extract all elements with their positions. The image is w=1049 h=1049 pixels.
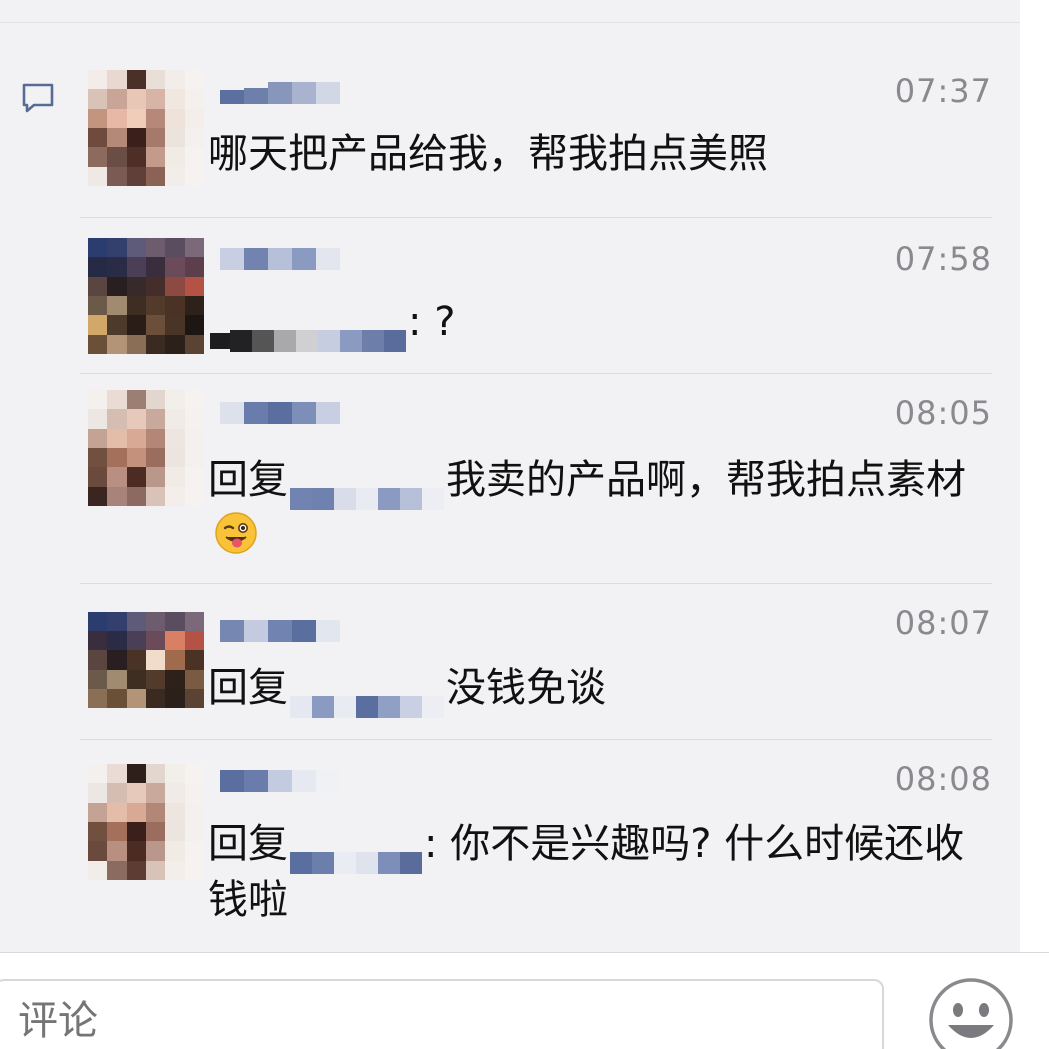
comment-input-bar — [0, 952, 1049, 1049]
avatar[interactable] — [88, 764, 204, 880]
comment-time: 08:08 — [894, 760, 992, 798]
smiley-face-icon[interactable] — [928, 977, 1014, 1049]
comment-text: : ? — [208, 294, 998, 352]
wink-tongue-emoji — [215, 512, 257, 554]
comment-time: 08:05 — [894, 394, 992, 432]
mentioned-name[interactable] — [210, 311, 406, 352]
avatar[interactable] — [88, 238, 204, 354]
commenter-name[interactable] — [220, 612, 420, 650]
comment-text: 回复: 你不是兴趣吗? 什么时候还收钱啦 — [208, 816, 998, 928]
commenter-name[interactable] — [220, 394, 420, 432]
reply-label: 回复 — [208, 457, 288, 503]
comment-text: 回复 我卖的产品啊，帮我拍点素材 — [208, 452, 998, 564]
comment-input[interactable] — [0, 979, 884, 1049]
comment-time: 08:07 — [894, 604, 992, 642]
mentioned-name[interactable] — [290, 469, 444, 510]
avatar[interactable] — [88, 390, 204, 506]
comment-body: 我卖的产品啊，帮我拍点素材 — [446, 457, 966, 503]
avatar[interactable] — [88, 612, 204, 708]
comment-item[interactable]: 08:08 回复: 你不是兴趣吗? 什么时候还收钱啦 — [80, 740, 992, 952]
comment-item[interactable]: 08:05 回复 我卖的产品啊，帮我拍点素材 — [80, 374, 992, 584]
comment-body: 没钱免谈 — [446, 665, 606, 711]
top-divider — [0, 22, 1020, 23]
comment-body: : ? — [408, 299, 456, 345]
comment-text: 回复 没钱免谈 — [208, 660, 998, 718]
reply-label: 回复 — [208, 821, 288, 867]
commenter-name[interactable] — [220, 762, 420, 800]
comment-text: 哪天把产品给我，帮我拍点美照 — [208, 131, 768, 177]
reply-label: 回复 — [208, 665, 288, 711]
commenter-name[interactable] — [220, 240, 420, 278]
screen: 07:37 哪天把产品给我，帮我拍点美照 07:58 : ? 08:05 回复 … — [0, 0, 1049, 1049]
mentioned-name[interactable] — [290, 677, 444, 718]
comment-time: 07:37 — [894, 72, 992, 110]
comment-bubble-icon — [22, 83, 54, 113]
comment-item[interactable]: 07:58 : ? — [80, 218, 992, 374]
comment-time: 07:58 — [894, 240, 992, 278]
mentioned-name[interactable] — [290, 833, 422, 874]
comment-item[interactable]: 08:07 回复 没钱免谈 — [80, 584, 992, 740]
commenter-name[interactable] — [220, 74, 420, 112]
avatar[interactable] — [88, 70, 204, 186]
comment-panel: 07:37 哪天把产品给我，帮我拍点美照 07:58 : ? 08:05 回复 … — [0, 0, 1020, 952]
comment-item[interactable]: 07:37 哪天把产品给我，帮我拍点美照 — [80, 66, 992, 218]
